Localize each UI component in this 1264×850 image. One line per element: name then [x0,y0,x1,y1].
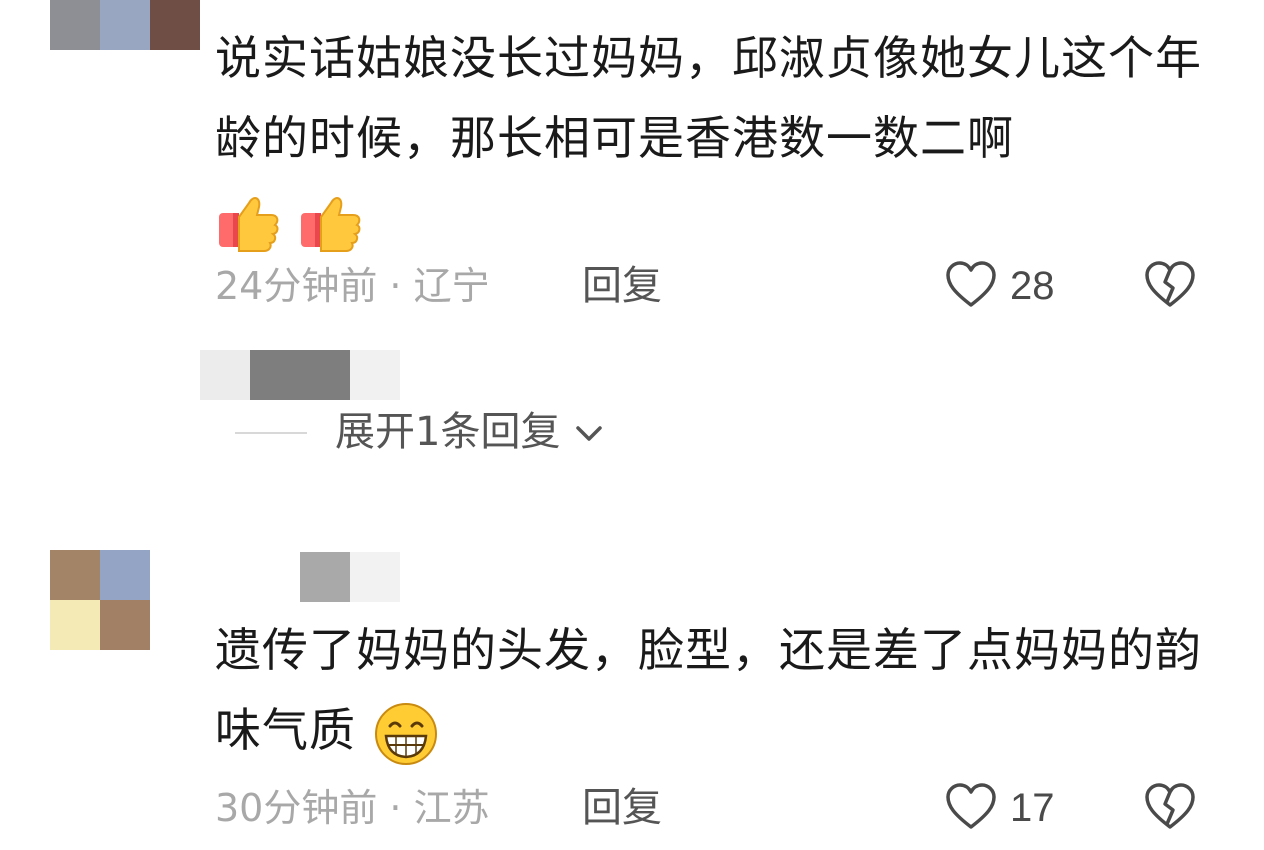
like-count: 28 [1010,264,1055,308]
thumbs-up-icon [300,196,361,252]
reply-button[interactable]: 回复 [582,784,662,832]
comment-body: 遗传了妈妈的头发，脸型，还是差了点妈妈的韵味气质 [215,623,1202,757]
grinning-face-icon [374,702,437,765]
reply-preview-mosaic [200,350,400,400]
expand-replies-button[interactable]: 展开1条回复 [335,408,605,456]
thumbs-up-icon [219,196,279,252]
comment-body: 说实话姑娘没长过妈妈，邱淑贞像她女儿这个年龄的时候，那长相可是香港数一数二啊 [215,31,1202,165]
broken-heart-icon[interactable] [1143,780,1197,834]
like-count: 17 [1010,786,1055,830]
comment-meta: 30分钟前 · 江苏 [215,786,490,830]
comment-text: 遗传了妈妈的头发，脸型，还是差了点妈妈的韵味气质 [215,610,1225,770]
heart-outline-icon[interactable] [944,258,998,312]
avatar-mosaic[interactable] [50,550,150,650]
reply-button[interactable]: 回复 [582,262,662,310]
avatar-mosaic[interactable] [50,0,200,50]
comment-text: 说实话姑娘没长过妈妈，邱淑贞像她女儿这个年龄的时候，那长相可是香港数一数二啊 [215,18,1225,258]
broken-heart-icon[interactable] [1143,258,1197,312]
expand-replies-label: 展开1条回复 [335,409,561,455]
chevron-down-icon [576,426,602,441]
username-mosaic[interactable] [300,552,400,602]
expand-divider [235,432,307,434]
comment-meta: 24分钟前 · 辽宁 [215,264,490,308]
heart-outline-icon[interactable] [944,780,998,834]
